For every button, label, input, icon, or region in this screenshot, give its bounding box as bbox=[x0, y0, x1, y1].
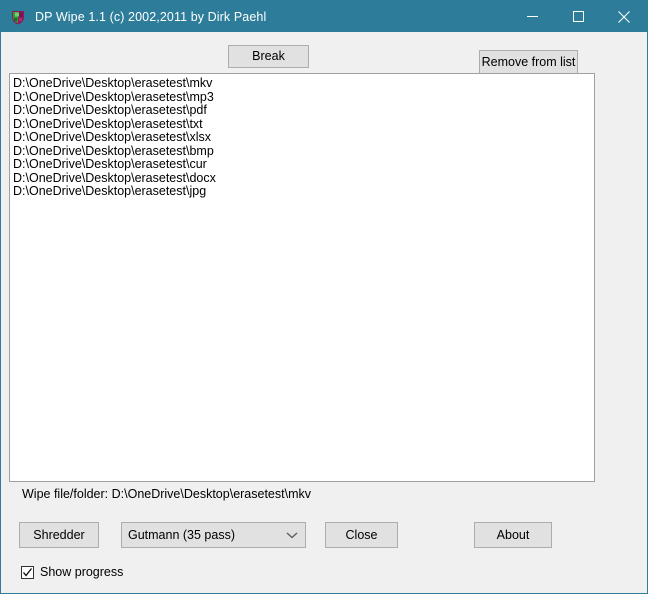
shredder-button[interactable]: Shredder bbox=[19, 522, 99, 548]
file-list-items: D:\OneDrive\Desktop\erasetest\mkv D:\OneD… bbox=[10, 74, 594, 199]
remove-from-list-button[interactable]: Remove from list bbox=[479, 50, 578, 74]
chevron-down-icon[interactable] bbox=[279, 523, 305, 547]
wipe-method-select[interactable]: Gutmann (35 pass) bbox=[121, 522, 306, 548]
list-item[interactable]: D:\OneDrive\Desktop\erasetest\jpg bbox=[10, 184, 594, 199]
list-item[interactable]: D:\OneDrive\Desktop\erasetest\xlsx bbox=[10, 130, 594, 145]
list-item[interactable]: D:\OneDrive\Desktop\erasetest\bmp bbox=[10, 144, 594, 159]
list-item[interactable]: D:\OneDrive\Desktop\erasetest\docx bbox=[10, 171, 594, 186]
maximize-icon[interactable] bbox=[555, 1, 601, 32]
file-list-box[interactable]: D:\OneDrive\Desktop\erasetest\mkv D:\OneD… bbox=[9, 73, 595, 482]
client-area: Break Remove from list D:\OneDrive\Deskt… bbox=[1, 32, 647, 593]
status-text: Wipe file/folder: D:\OneDrive\Desktop\er… bbox=[22, 487, 311, 501]
dp-wipe-window: DP Wipe 1.1 (c) 2002,2011 by Dirk Paehl bbox=[0, 0, 648, 594]
wipe-method-value: Gutmann (35 pass) bbox=[128, 528, 235, 542]
break-button[interactable]: Break bbox=[228, 45, 309, 68]
list-item[interactable]: D:\OneDrive\Desktop\erasetest\mp3 bbox=[10, 90, 594, 105]
list-item[interactable]: D:\OneDrive\Desktop\erasetest\cur bbox=[10, 157, 594, 172]
minimize-icon[interactable] bbox=[509, 1, 555, 32]
list-item[interactable]: D:\OneDrive\Desktop\erasetest\txt bbox=[10, 117, 594, 132]
about-button[interactable]: About bbox=[474, 522, 552, 548]
show-progress-checkbox[interactable] bbox=[21, 565, 34, 579]
close-button[interactable]: Close bbox=[325, 522, 398, 548]
window-title: DP Wipe 1.1 (c) 2002,2011 by Dirk Paehl bbox=[35, 9, 267, 24]
close-icon[interactable] bbox=[601, 1, 647, 32]
show-progress-checkbox-row[interactable]: Show progress bbox=[21, 565, 123, 579]
list-item[interactable]: D:\OneDrive\Desktop\erasetest\pdf bbox=[10, 103, 594, 118]
app-shield-icon bbox=[10, 9, 26, 25]
caption-buttons bbox=[509, 1, 647, 32]
list-item[interactable]: D:\OneDrive\Desktop\erasetest\mkv bbox=[10, 76, 594, 91]
title-bar: DP Wipe 1.1 (c) 2002,2011 by Dirk Paehl bbox=[1, 1, 647, 32]
show-progress-label: Show progress bbox=[40, 565, 124, 579]
